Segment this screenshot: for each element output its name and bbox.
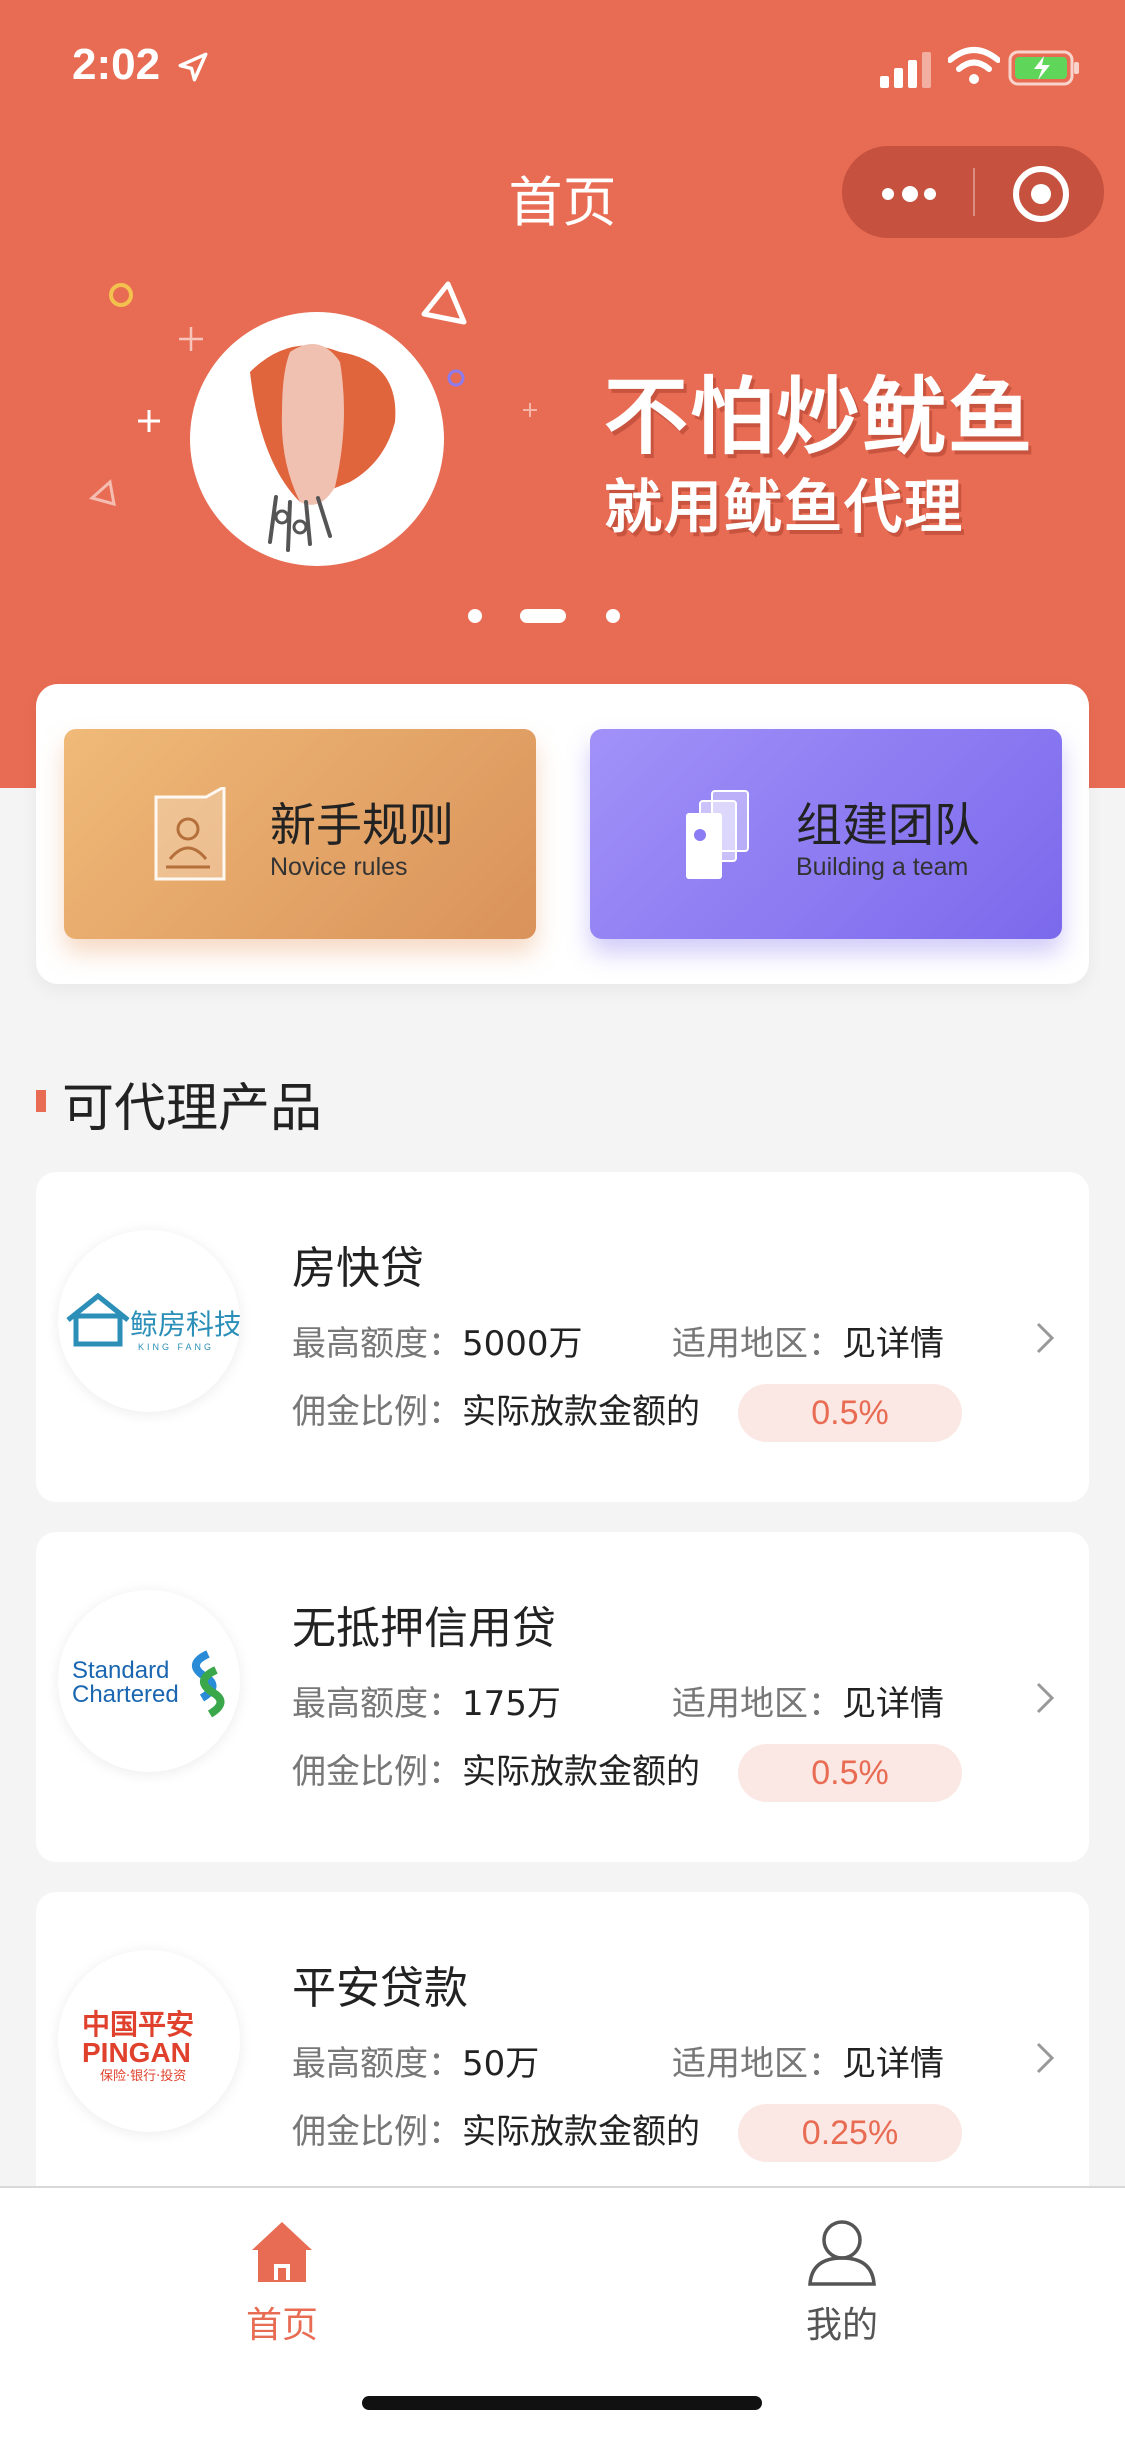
tab-mine[interactable]: 我的 xyxy=(742,2214,942,2346)
max-amount-label: 最高额度： xyxy=(292,1684,462,1724)
logo-brand-sub: PINGAN xyxy=(82,2037,191,2068)
plus-decoration-icon xyxy=(523,403,537,417)
close-miniprogram-button[interactable] xyxy=(973,146,1104,238)
tab-home[interactable]: 首页 xyxy=(182,2214,382,2346)
novice-rules-button[interactable]: 新手规则 Novice rules xyxy=(64,729,536,939)
section-accent-bar xyxy=(36,1090,46,1112)
product-name: 房快贷 xyxy=(292,1243,424,1294)
novice-rules-subtitle: Novice rules xyxy=(270,853,408,881)
banner-headline: 不怕炒鱿鱼 xyxy=(604,368,1035,466)
bank-logo-icon: Standard Chartered xyxy=(72,1650,225,1718)
battery-charging-icon xyxy=(1008,50,1079,86)
product-card[interactable]: 中国平安 PINGAN 保险·银行·投资 平安贷款 最高额度：50万 适用地区：… xyxy=(36,1892,1089,2222)
logo-brand-text: Standard xyxy=(72,1657,169,1684)
home-icon xyxy=(252,2222,312,2282)
pingan-logo-icon: 中国平安 PINGAN 保险·银行·投资 xyxy=(82,2008,194,2084)
more-dot-icon xyxy=(882,188,894,200)
more-dot-icon xyxy=(924,188,936,200)
commission-rate-badge: 0.25% xyxy=(738,2104,962,2162)
plus-decoration-icon xyxy=(138,410,160,432)
carousel-dot-active[interactable] xyxy=(520,609,566,623)
logo-brand-sub: KING FANG xyxy=(138,1342,214,1352)
circle-decoration-icon xyxy=(109,283,133,307)
squid-icon xyxy=(250,344,396,552)
triangle-decoration-icon xyxy=(88,479,116,507)
max-amount-value: 175万 xyxy=(462,1684,561,1724)
rulebook-icon xyxy=(154,787,226,881)
logo-brand-sub: Chartered xyxy=(72,1681,179,1708)
max-amount-value: 50万 xyxy=(462,2044,540,2084)
product-name: 无抵押信用贷 xyxy=(292,1603,556,1654)
carousel-indicator xyxy=(0,609,1125,629)
carousel-dot[interactable] xyxy=(606,609,620,623)
max-amount-label: 最高额度： xyxy=(292,2044,462,2084)
product-logo: 中国平安 PINGAN 保险·银行·投资 xyxy=(58,1950,240,2132)
product-card[interactable]: Standard Chartered 无抵押信用贷 最高额度：175万 适用地区… xyxy=(36,1532,1089,1862)
commission-label: 佣金比例： xyxy=(292,2112,462,2152)
commission-label: 佣金比例： xyxy=(292,1752,462,1792)
region-value: 见详情 xyxy=(842,1324,944,1364)
chevron-right-icon[interactable] xyxy=(1034,1680,1056,1716)
product-card[interactable]: 鲸房科技 KING FANG 房快贷 最高额度：5000万 适用地区：见详情 佣… xyxy=(36,1172,1089,1502)
product-logo: Standard Chartered xyxy=(58,1590,240,1772)
miniprogram-capsule xyxy=(842,146,1104,238)
logo-brand-tag: 保险·银行·投资 xyxy=(100,2068,186,2084)
commission-rate-badge: 0.5% xyxy=(738,1744,962,1802)
region-label: 适用地区： xyxy=(672,2044,842,2084)
commission-rate-badge: 0.5% xyxy=(738,1384,962,1442)
novice-rules-title: 新手规则 xyxy=(270,798,454,852)
location-arrow-icon xyxy=(178,52,208,82)
more-dot-icon xyxy=(902,186,918,202)
circle-decoration-icon xyxy=(447,369,465,387)
squid-mascot-image xyxy=(190,312,444,566)
product-logo: 鲸房科技 KING FANG xyxy=(58,1230,240,1412)
region-label: 适用地区： xyxy=(672,1684,842,1724)
commission-desc: 实际放款金额的 xyxy=(462,1752,700,1792)
chevron-right-icon[interactable] xyxy=(1034,2040,1056,2076)
team-documents-icon xyxy=(686,790,749,879)
more-button[interactable] xyxy=(842,146,973,238)
banner-subline: 就用鱿鱼代理 xyxy=(604,473,965,541)
carousel-dot[interactable] xyxy=(468,609,482,623)
tab-mine-label: 我的 xyxy=(805,2305,878,2346)
tab-home-label: 首页 xyxy=(245,2305,318,2346)
build-team-button[interactable]: 组建团队 Building a team xyxy=(590,729,1062,939)
commission-desc: 实际放款金额的 xyxy=(462,1392,700,1432)
region-label: 适用地区： xyxy=(672,1324,842,1364)
region-value: 见详情 xyxy=(842,1684,944,1724)
product-name: 平安贷款 xyxy=(292,1963,468,2014)
quick-entry-card: 新手规则 Novice rules 组建团队 Building a team xyxy=(36,684,1089,984)
chevron-right-icon[interactable] xyxy=(1034,1320,1056,1356)
wifi-icon xyxy=(948,47,1000,84)
home-indicator[interactable] xyxy=(362,2396,762,2410)
build-team-subtitle: Building a team xyxy=(796,853,969,881)
max-amount-label: 最高额度： xyxy=(292,1324,462,1364)
user-profile-icon xyxy=(808,2220,876,2286)
max-amount-value: 5000万 xyxy=(462,1324,583,1364)
house-logo-icon: 鲸房科技 KING FANG xyxy=(66,1292,240,1352)
build-team-title: 组建团队 xyxy=(796,798,980,852)
promo-banner[interactable]: 不怕炒鱿鱼 就用鱿鱼代理 xyxy=(0,250,1125,650)
logo-brand-text: 鲸房科技 xyxy=(130,1308,240,1341)
status-time: 2:02 xyxy=(72,40,161,89)
target-dot-icon xyxy=(1031,184,1051,204)
region-value: 见详情 xyxy=(842,2044,944,2084)
cellular-signal-icon xyxy=(880,52,931,88)
commission-desc: 实际放款金额的 xyxy=(462,2112,700,2152)
commission-label: 佣金比例： xyxy=(292,1392,462,1432)
section-title: 可代理产品 xyxy=(62,1079,323,1139)
